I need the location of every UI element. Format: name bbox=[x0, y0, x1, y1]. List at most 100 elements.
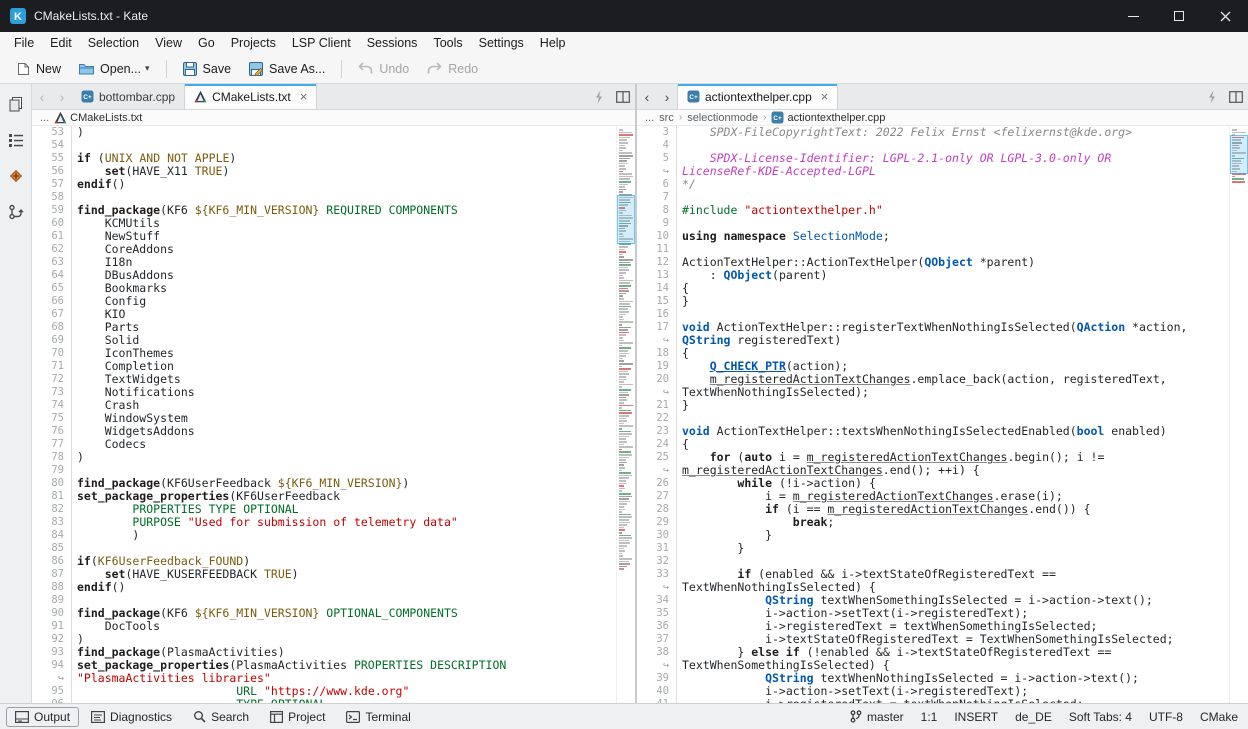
line-number[interactable]: 9 bbox=[637, 217, 677, 230]
code-line[interactable]: ↪QString registeredText) bbox=[637, 334, 1229, 347]
line-number[interactable]: 81 bbox=[32, 490, 72, 503]
menu-view[interactable]: View bbox=[147, 34, 190, 52]
code-line[interactable]: 53) bbox=[32, 126, 616, 139]
code-line[interactable]: 96 TYPE OPTIONAL bbox=[32, 698, 616, 703]
code-line[interactable]: ↪LicenseRef-KDE-Accepted-LGPL bbox=[637, 165, 1229, 178]
line-number[interactable]: 91 bbox=[32, 620, 72, 633]
terminal-panel-button[interactable]: Terminal bbox=[337, 707, 419, 727]
line-number[interactable]: 87 bbox=[32, 568, 72, 581]
line-number[interactable]: 96 bbox=[32, 698, 72, 703]
line-number[interactable]: 12 bbox=[637, 256, 677, 269]
code-line[interactable]: ↪TextWhenNothingIsSelected); bbox=[637, 386, 1229, 399]
code-line[interactable]: 57endif() bbox=[32, 178, 616, 191]
status-insert[interactable]: INSERT bbox=[954, 710, 998, 724]
line-number[interactable]: 16 bbox=[637, 308, 677, 321]
lsp-quick-action-button[interactable] bbox=[587, 84, 611, 109]
save-as-button[interactable]: Save As... bbox=[240, 58, 334, 80]
line-number[interactable]: 37 bbox=[637, 633, 677, 646]
line-number[interactable]: 64 bbox=[32, 269, 72, 282]
status-master[interactable]: master bbox=[850, 710, 904, 724]
line-number[interactable]: 79 bbox=[32, 464, 72, 477]
line-number[interactable]: 8 bbox=[637, 204, 677, 217]
split-view-button[interactable] bbox=[1224, 84, 1248, 109]
code-line[interactable]: 15} bbox=[637, 295, 1229, 308]
line-number[interactable]: 75 bbox=[32, 412, 72, 425]
line-number[interactable]: 73 bbox=[32, 386, 72, 399]
status-soft-tabs-4[interactable]: Soft Tabs: 4 bbox=[1069, 710, 1132, 724]
line-number[interactable]: 56 bbox=[32, 165, 72, 178]
menu-settings[interactable]: Settings bbox=[471, 34, 532, 52]
line-number[interactable]: 80 bbox=[32, 477, 72, 490]
menu-edit[interactable]: Edit bbox=[42, 34, 80, 52]
project-panel-button[interactable]: Project bbox=[261, 707, 334, 727]
menu-file[interactable]: File bbox=[6, 34, 42, 52]
line-number[interactable]: 40 bbox=[637, 685, 677, 698]
line-number[interactable]: 15 bbox=[637, 295, 677, 308]
line-number[interactable]: 57 bbox=[32, 178, 72, 191]
status-1-1[interactable]: 1:1 bbox=[921, 710, 938, 724]
line-number[interactable]: 36 bbox=[637, 620, 677, 633]
line-number[interactable]: 33 bbox=[637, 568, 677, 581]
line-number[interactable]: 28 bbox=[637, 503, 677, 516]
line-number[interactable]: 65 bbox=[32, 282, 72, 295]
line-number[interactable]: 20 bbox=[637, 373, 677, 386]
line-number[interactable]: 27 bbox=[637, 490, 677, 503]
breadcrumb-item[interactable]: src bbox=[659, 112, 674, 124]
line-number[interactable]: 92 bbox=[32, 633, 72, 646]
menu-projects[interactable]: Projects bbox=[223, 34, 284, 52]
breadcrumb-overflow[interactable]: ... bbox=[40, 112, 49, 124]
menu-selection[interactable]: Selection bbox=[80, 34, 147, 52]
rail-external-tools-button[interactable] bbox=[4, 200, 28, 224]
breadcrumb-item[interactable]: selectionmode bbox=[687, 112, 758, 124]
code-line[interactable]: 31 } bbox=[637, 542, 1229, 555]
minimap-scrollbar[interactable] bbox=[1229, 126, 1248, 703]
close-button[interactable] bbox=[1202, 0, 1248, 32]
tab-bottombar-cpp[interactable]: C+bottombar.cpp bbox=[72, 84, 184, 109]
code-line[interactable]: 23void ActionTextHelper::textsWhenNothin… bbox=[637, 425, 1229, 438]
line-number[interactable]: 31 bbox=[637, 542, 677, 555]
code-line[interactable]: 14{ bbox=[637, 282, 1229, 295]
breadcrumb-item[interactable]: C+actiontexthelper.cpp bbox=[771, 111, 885, 124]
menu-tools[interactable]: Tools bbox=[425, 34, 470, 52]
line-number[interactable]: 13 bbox=[637, 269, 677, 282]
line-number[interactable]: 53 bbox=[32, 126, 72, 139]
line-number[interactable]: 83 bbox=[32, 516, 72, 529]
code-line[interactable]: 88endif() bbox=[32, 581, 616, 594]
split-view-button[interactable] bbox=[611, 84, 635, 109]
search-panel-button[interactable]: Search bbox=[184, 707, 258, 727]
code-area[interactable]: 53)5455if (UNIX AND NOT APPLE)56 set(HAV… bbox=[32, 126, 616, 703]
line-number[interactable]: 82 bbox=[32, 503, 72, 516]
line-number[interactable]: 74 bbox=[32, 399, 72, 412]
line-number[interactable]: 6 bbox=[637, 178, 677, 191]
breadcrumb-overflow[interactable]: ... bbox=[645, 112, 654, 124]
lsp-quick-action-button[interactable] bbox=[1200, 84, 1224, 109]
line-number[interactable]: 77 bbox=[32, 438, 72, 451]
line-number[interactable]: 59 bbox=[32, 204, 72, 217]
status-utf-8[interactable]: UTF-8 bbox=[1149, 710, 1183, 724]
line-number[interactable]: 22 bbox=[637, 412, 677, 425]
close-tab-icon[interactable]: × bbox=[821, 90, 829, 103]
line-number[interactable]: 35 bbox=[637, 607, 677, 620]
line-number[interactable]: 29 bbox=[637, 516, 677, 529]
close-tab-icon[interactable]: × bbox=[300, 90, 308, 103]
line-number[interactable]: 94 bbox=[32, 659, 72, 672]
line-number[interactable]: 26 bbox=[637, 477, 677, 490]
line-number[interactable]: 3 bbox=[637, 126, 677, 139]
line-number[interactable]: 71 bbox=[32, 360, 72, 373]
line-number[interactable]: 76 bbox=[32, 425, 72, 438]
title-bar[interactable]: K CMakeLists.txt - Kate bbox=[0, 0, 1248, 32]
diagnostics-panel-button[interactable]: Diagnostics bbox=[82, 707, 181, 727]
line-number[interactable]: 88 bbox=[32, 581, 72, 594]
line-number[interactable]: 90 bbox=[32, 607, 72, 620]
save-button[interactable]: Save bbox=[174, 58, 241, 80]
open-button[interactable]: Open...▾ bbox=[70, 58, 159, 80]
code-line[interactable]: 77 Codecs bbox=[32, 438, 616, 451]
rail-symbols-outline-button[interactable] bbox=[4, 128, 28, 152]
menu-sessions[interactable]: Sessions bbox=[359, 34, 426, 52]
code-line[interactable]: 3 SPDX-FileCopyrightText: 2022 Felix Ern… bbox=[637, 126, 1229, 139]
line-number[interactable]: 5 bbox=[637, 152, 677, 165]
line-number[interactable]: 54 bbox=[32, 139, 72, 152]
code-line[interactable]: 41 i->registeredText = textWhenNothingIs… bbox=[637, 698, 1229, 703]
tab-history-back-button[interactable]: ‹ bbox=[637, 84, 657, 109]
code-line[interactable]: 84 ) bbox=[32, 529, 616, 542]
